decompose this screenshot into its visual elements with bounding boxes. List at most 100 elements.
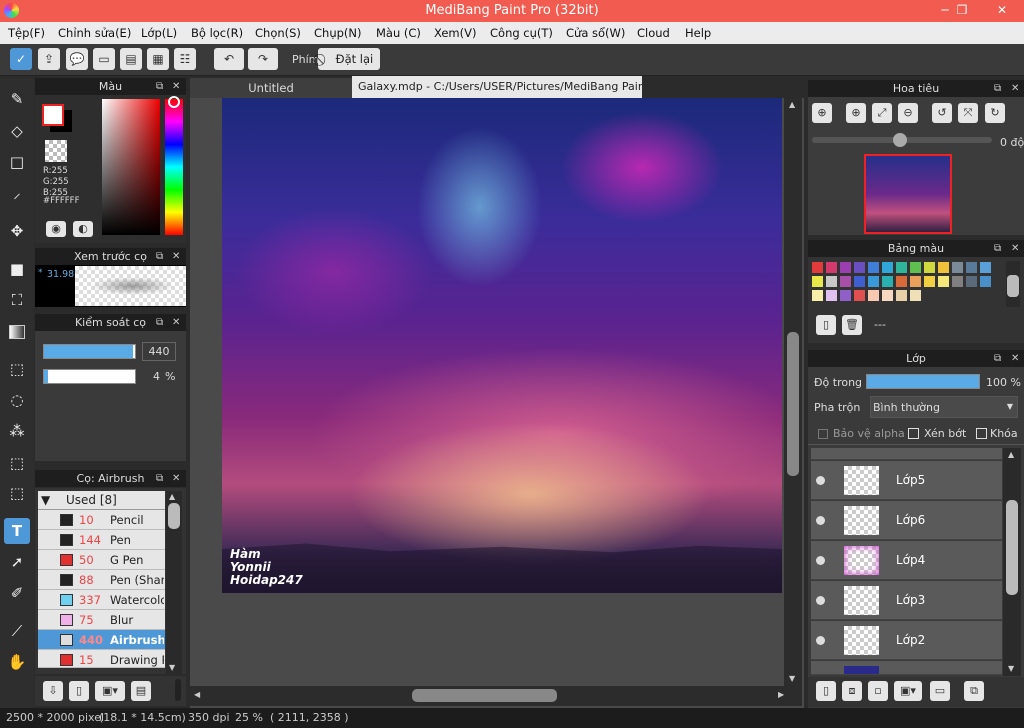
brush-group-header[interactable]: ▼ Used [8]: [38, 491, 165, 510]
menu-file[interactable]: Tệp(F): [8, 26, 45, 40]
swap-colors-icon[interactable]: ◐: [73, 221, 93, 237]
palette-swatch[interactable]: [826, 276, 837, 287]
palette-button-icon[interactable]: ◉: [46, 221, 66, 237]
settings-list-icon[interactable]: ☷: [174, 48, 196, 70]
add-layer-menu-icon[interactable]: ▣▾: [894, 681, 922, 701]
layer-row[interactable]: Lớp5: [811, 461, 1002, 500]
speech-bubble-icon[interactable]: ▭: [93, 48, 115, 70]
new-8bit-layer-icon[interactable]: ⧈: [842, 681, 862, 701]
bucket-tool-icon[interactable]: ⛶: [4, 287, 30, 313]
popout-icon[interactable]: ⧉: [994, 350, 1001, 367]
menu-capture[interactable]: Chụp(N): [314, 26, 361, 40]
undo-icon[interactable]: ↶: [214, 48, 244, 70]
palette-swatch[interactable]: [868, 290, 879, 301]
palette-swatch[interactable]: [896, 290, 907, 301]
eraser-tool-icon[interactable]: ◇: [4, 118, 30, 144]
footer-scrollbar[interactable]: [175, 679, 181, 701]
scroll-thumb[interactable]: [1007, 275, 1019, 297]
layer-row[interactable]: Lớp6: [811, 501, 1002, 540]
scroll-down-icon[interactable]: ▼: [169, 663, 175, 672]
palette-swatch[interactable]: [854, 290, 865, 301]
select-pen-icon[interactable]: ⬚: [4, 450, 30, 476]
popout-icon[interactable]: ⧉: [156, 314, 163, 331]
palette-swatch[interactable]: [952, 276, 963, 287]
zoom-in-icon[interactable]: ⊕: [846, 103, 866, 123]
palette-swatch[interactable]: [854, 276, 865, 287]
page-icon[interactable]: ▤: [120, 48, 142, 70]
menu-filter[interactable]: Bộ lọc(R): [191, 26, 243, 40]
palette-swatch[interactable]: [924, 262, 935, 273]
layer-opacity-slider[interactable]: [866, 374, 980, 389]
menu-tools[interactable]: Công cụ(T): [490, 26, 553, 40]
palette-swatch[interactable]: [980, 276, 991, 287]
cloud-download-icon[interactable]: ⇩: [43, 681, 63, 701]
scroll-thumb[interactable]: [412, 689, 557, 702]
lock-checkbox[interactable]: [976, 428, 987, 439]
visibility-icon[interactable]: [816, 476, 825, 485]
palette-swatch[interactable]: [854, 262, 865, 273]
palette-swatch[interactable]: [840, 290, 851, 301]
layer-partial[interactable]: [811, 661, 1002, 675]
close-icon[interactable]: ✕: [1011, 240, 1019, 257]
popout-icon[interactable]: ⧉: [156, 248, 163, 265]
visibility-icon[interactable]: [816, 636, 825, 645]
palette-swatch[interactable]: [868, 276, 879, 287]
navigator-thumbnail[interactable]: [864, 154, 952, 234]
brush-size-slider[interactable]: [43, 344, 136, 359]
clipping-checkbox[interactable]: [908, 428, 919, 439]
palette-swatch[interactable]: [896, 276, 907, 287]
palette-swatch[interactable]: [812, 262, 823, 273]
palette-scrollbar[interactable]: [1006, 261, 1020, 307]
close-icon[interactable]: ✕: [172, 78, 180, 95]
menu-color[interactable]: Màu (C): [376, 26, 421, 40]
color-square[interactable]: [102, 99, 160, 235]
rotate-left-icon[interactable]: ↺: [932, 103, 952, 123]
palette-swatch[interactable]: [896, 262, 907, 273]
close-button[interactable]: ✕: [980, 0, 1024, 22]
brush-item-selected[interactable]: 440 Airbrush: [38, 630, 165, 650]
hand-tool-icon[interactable]: ✋: [4, 649, 30, 675]
duplicate-layer-icon[interactable]: ⧉: [964, 681, 984, 701]
palette-swatch[interactable]: [952, 262, 963, 273]
palette-swatch[interactable]: [882, 262, 893, 273]
reset-rotation-icon[interactable]: ⤧: [958, 103, 978, 123]
brush-list-scrollbar[interactable]: ▲ ▼: [166, 491, 182, 674]
divide-tool-icon[interactable]: ✐: [4, 580, 30, 606]
transparent-swatch[interactable]: [45, 140, 67, 162]
palette-swatch[interactable]: [938, 262, 949, 273]
comment-icon[interactable]: 💬: [66, 48, 88, 70]
close-icon[interactable]: ✕: [1011, 350, 1019, 367]
brush-tool-icon[interactable]: ✎: [4, 86, 30, 112]
palette-swatch[interactable]: [882, 276, 893, 287]
scroll-thumb[interactable]: [168, 503, 180, 529]
palette-swatch[interactable]: [812, 290, 823, 301]
brush-item[interactable]: 50 G Pen: [38, 550, 165, 570]
palette-swatch[interactable]: [966, 276, 977, 287]
lasso-icon[interactable]: ◌: [4, 387, 30, 413]
palette-swatch[interactable]: [910, 262, 921, 273]
menu-help[interactable]: Help: [685, 26, 711, 40]
vertical-scrollbar[interactable]: ▲ ▼: [784, 98, 802, 686]
fit-window-icon[interactable]: ⤢: [872, 103, 892, 123]
scroll-up-icon[interactable]: ▲: [169, 492, 175, 501]
palette-swatch[interactable]: [910, 290, 921, 301]
palette-swatch[interactable]: [924, 276, 935, 287]
palette-swatch[interactable]: [938, 276, 949, 287]
scroll-right-icon[interactable]: ▶: [778, 690, 784, 699]
scroll-up-icon[interactable]: ▲: [789, 100, 795, 109]
visibility-icon[interactable]: [816, 596, 825, 605]
rotate-right-icon[interactable]: ↻: [985, 103, 1005, 123]
hue-handle[interactable]: [168, 96, 180, 108]
popout-icon[interactable]: ⧉: [156, 78, 163, 95]
share-icon[interactable]: ⇪: [38, 48, 60, 70]
rotation-slider-handle[interactable]: [893, 133, 907, 147]
hue-slider[interactable]: [165, 99, 183, 235]
new-palette-icon[interactable]: ▯: [816, 315, 836, 335]
shape-tool-icon[interactable]: □: [4, 149, 30, 175]
palette-swatch[interactable]: [882, 290, 893, 301]
folder-icon[interactable]: ▭: [930, 681, 950, 701]
menu-window[interactable]: Cửa sổ(W): [566, 26, 625, 40]
gradient-tool-icon[interactable]: [4, 318, 30, 344]
artwork-canvas[interactable]: Hàm Yonnii Hoidap247: [222, 98, 782, 593]
brush-item[interactable]: 88 Pen (Shar: [38, 570, 165, 590]
